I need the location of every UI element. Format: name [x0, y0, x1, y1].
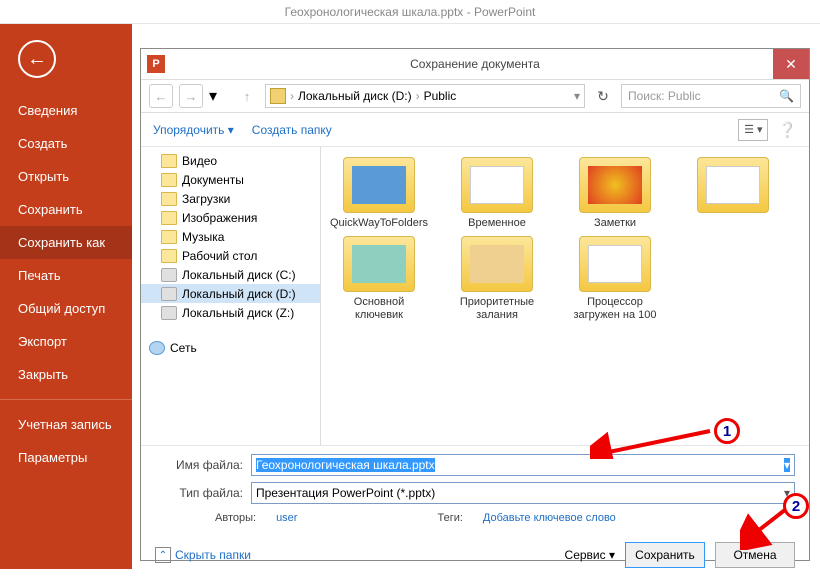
tags-add[interactable]: Добавьте ключевое слово — [483, 512, 616, 524]
folder-label: Заметки — [594, 217, 636, 230]
app-title-bar: Геохронологическая шкала.pptx - PowerPoi… — [0, 0, 820, 24]
tree-item-downloads[interactable]: Загрузки — [141, 189, 320, 208]
side-export[interactable]: Экспорт — [0, 325, 132, 358]
side-close[interactable]: Закрыть — [0, 358, 132, 391]
search-placeholder: Поиск: Public — [628, 89, 701, 103]
folder-thumb[interactable]: QuickWayToFolders — [329, 157, 429, 230]
chevron-right-icon: › — [290, 89, 294, 103]
folder-label: Процессор загружен на 100 — [565, 296, 665, 322]
dialog-footer: ⌃ Скрыть папки Сервис ▾ Сохранить Отмена — [141, 532, 809, 578]
search-input[interactable]: Поиск: Public 🔍 — [621, 84, 801, 108]
filetype-value: Презентация PowerPoint (*.pptx) — [256, 486, 435, 500]
filename-input[interactable]: Геохронологическая шкала.pptx ▾ — [251, 454, 795, 476]
folder-thumb[interactable]: Приоритетные залания — [447, 236, 547, 322]
filename-label: Имя файла: — [155, 458, 243, 472]
tree-item-drive-z[interactable]: Локальный диск (Z:) — [141, 303, 320, 322]
side-open[interactable]: Открыть — [0, 160, 132, 193]
folder-icon — [161, 192, 177, 206]
folder-label: Основной ключевик — [329, 296, 429, 322]
dialog-title: Сохранение документа — [410, 57, 540, 71]
cancel-button[interactable]: Отмена — [715, 542, 795, 568]
dialog-titlebar: P Сохранение документа ✕ — [141, 49, 809, 79]
recent-dropdown-icon[interactable]: ▾ — [209, 86, 229, 106]
dialog-body: Видео Документы Загрузки Изображения Муз… — [141, 147, 809, 445]
breadcrumb-drive[interactable]: Локальный диск (D:) — [298, 89, 412, 103]
folder-icon — [161, 173, 177, 187]
close-button[interactable]: ✕ — [773, 49, 809, 79]
disk-icon — [161, 287, 177, 301]
folder-thumb[interactable]: Заметки — [565, 157, 665, 230]
chevron-right-icon: › — [416, 89, 420, 103]
organize-button[interactable]: Упорядочить ▾ — [153, 123, 234, 137]
folder-icon — [161, 230, 177, 244]
save-dialog: P Сохранение документа ✕ ← → ▾ ↑ › Локал… — [140, 48, 810, 561]
authors-value[interactable]: user — [276, 512, 297, 524]
annotation-1: 1 — [714, 418, 740, 444]
file-list: QuickWayToFolders Временное Заметки x Ос… — [321, 147, 809, 445]
folder-thumb[interactable]: Временное — [447, 157, 547, 230]
address-bar: ← → ▾ ↑ › Локальный диск (D:) › Public ▾… — [141, 79, 809, 113]
folder-thumb[interactable]: x — [683, 157, 783, 230]
network-icon — [149, 341, 165, 355]
help-button[interactable]: ❔ — [778, 121, 797, 139]
side-options[interactable]: Параметры — [0, 441, 132, 474]
back-button[interactable] — [18, 40, 56, 78]
backstage-sidebar: Сведения Создать Открыть Сохранить Сохра… — [0, 24, 132, 569]
folder-label: Приоритетные залания — [447, 296, 547, 322]
side-share[interactable]: Общий доступ — [0, 292, 132, 325]
drive-icon — [270, 88, 286, 104]
tree-item-video[interactable]: Видео — [141, 151, 320, 170]
folder-thumb[interactable]: Основной ключевик — [329, 236, 429, 322]
chevron-down-icon[interactable]: ▾ — [574, 89, 580, 103]
folder-icon — [161, 211, 177, 225]
chevron-up-icon: ⌃ — [155, 547, 171, 563]
sidebar-separator — [0, 399, 132, 400]
filename-value: Геохронологическая шкала.pptx — [256, 458, 435, 472]
nav-back-button[interactable]: ← — [149, 84, 173, 108]
tree-item-network[interactable]: Сеть — [141, 338, 320, 357]
hide-folders-button[interactable]: ⌃ Скрыть папки — [155, 547, 251, 563]
view-button[interactable]: ☰ ▾ — [738, 119, 768, 141]
disk-icon — [161, 306, 177, 320]
tree-item-pictures[interactable]: Изображения — [141, 208, 320, 227]
side-info[interactable]: Сведения — [0, 94, 132, 127]
save-button[interactable]: Сохранить — [625, 542, 705, 568]
authors-label: Авторы: — [215, 512, 256, 524]
meta-row: Авторы: user Теги: Добавьте ключевое сло… — [155, 512, 795, 524]
side-create[interactable]: Создать — [0, 127, 132, 160]
tree-item-documents[interactable]: Документы — [141, 170, 320, 189]
powerpoint-icon: P — [147, 55, 165, 73]
tree-item-drive-d[interactable]: Локальный диск (D:) — [141, 284, 320, 303]
folder-thumb[interactable]: Процессор загружен на 100 — [565, 236, 665, 322]
form-area: Имя файла: Геохронологическая шкала.pptx… — [141, 445, 809, 532]
folder-tree: Видео Документы Загрузки Изображения Муз… — [141, 147, 321, 445]
side-save-as[interactable]: Сохранить как — [0, 226, 132, 259]
refresh-button[interactable]: ↻ — [591, 84, 615, 108]
annotation-2: 2 — [783, 493, 809, 519]
folder-icon — [161, 249, 177, 263]
tree-item-music[interactable]: Музыка — [141, 227, 320, 246]
side-print[interactable]: Печать — [0, 259, 132, 292]
breadcrumb[interactable]: › Локальный диск (D:) › Public ▾ — [265, 84, 585, 108]
dialog-toolbar: Упорядочить ▾ Создать папку ☰ ▾ ❔ — [141, 113, 809, 147]
disk-icon — [161, 268, 177, 282]
nav-forward-button[interactable]: → — [179, 84, 203, 108]
filetype-select[interactable]: Презентация PowerPoint (*.pptx) ▾ — [251, 482, 795, 504]
side-account[interactable]: Учетная запись — [0, 408, 132, 441]
chevron-down-icon[interactable]: ▾ — [784, 458, 790, 472]
new-folder-button[interactable]: Создать папку — [252, 123, 332, 137]
nav-up-button[interactable]: ↑ — [235, 84, 259, 108]
folder-icon — [161, 154, 177, 168]
folder-label: QuickWayToFolders — [330, 217, 428, 230]
service-button[interactable]: Сервис ▾ — [565, 548, 615, 562]
search-icon: 🔍 — [779, 89, 794, 103]
folder-label: Временное — [468, 217, 526, 230]
filetype-label: Тип файла: — [155, 486, 243, 500]
app-title: Геохронологическая шкала.pptx - PowerPoi… — [285, 5, 536, 19]
tree-item-desktop[interactable]: Рабочий стол — [141, 246, 320, 265]
tree-item-drive-c[interactable]: Локальный диск (C:) — [141, 265, 320, 284]
side-save[interactable]: Сохранить — [0, 193, 132, 226]
breadcrumb-folder[interactable]: Public — [424, 89, 457, 103]
tags-label: Теги: — [437, 512, 462, 524]
